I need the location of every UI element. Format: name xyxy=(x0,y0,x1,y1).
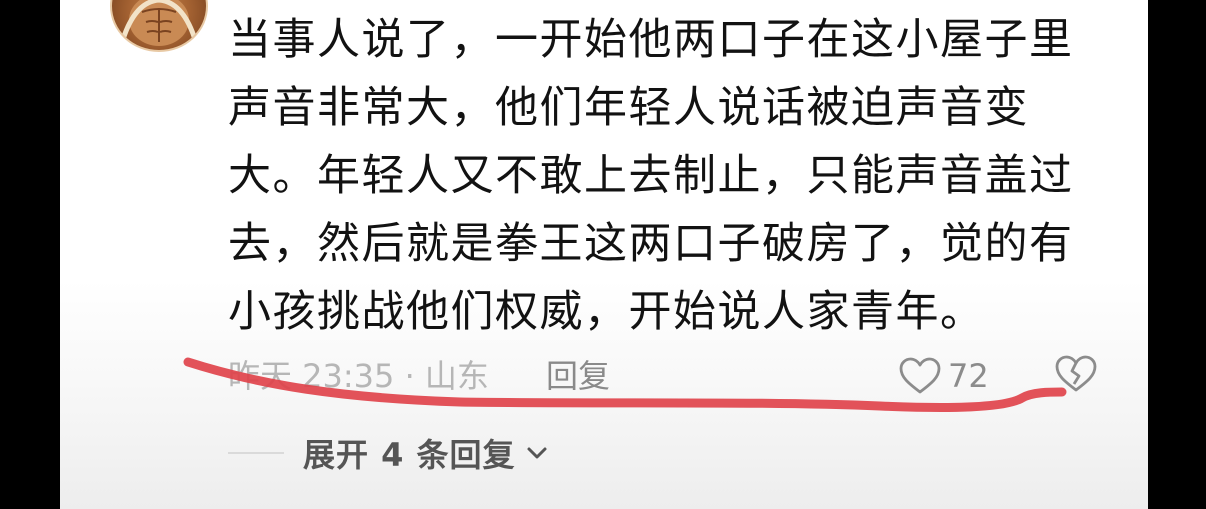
heart-outline-icon xyxy=(899,357,941,394)
avatar-image xyxy=(117,0,201,50)
expand-replies-button[interactable]: 展开 4 条回复 xyxy=(303,432,548,474)
dislike-button[interactable] xyxy=(1054,354,1098,398)
chevron-down-icon xyxy=(527,447,547,459)
broken-heart-icon xyxy=(1055,355,1097,392)
comment-card: 当事人说了，一开始他两口子在这小屋子里声音非常大，他们年轻人说话被迫声音变大。年… xyxy=(60,0,1148,509)
screenshot-frame: 当事人说了，一开始他两口子在这小屋子里声音非常大，他们年轻人说话被迫声音变大。年… xyxy=(0,0,1206,509)
reply-button[interactable]: 回复 xyxy=(546,357,610,395)
comment-time-location: 昨天 23:35 · 山东 xyxy=(228,357,489,395)
comment-text: 当事人说了，一开始他两口子在这小屋子里声音非常大，他们年轻人说话被迫声音变大。年… xyxy=(228,15,1074,337)
like-button[interactable]: 72 xyxy=(898,354,989,398)
like-count: 72 xyxy=(948,357,989,395)
expand-replies-label: 展开 4 条回复 xyxy=(303,436,516,474)
avatar[interactable] xyxy=(110,0,208,52)
expand-divider xyxy=(228,452,284,454)
